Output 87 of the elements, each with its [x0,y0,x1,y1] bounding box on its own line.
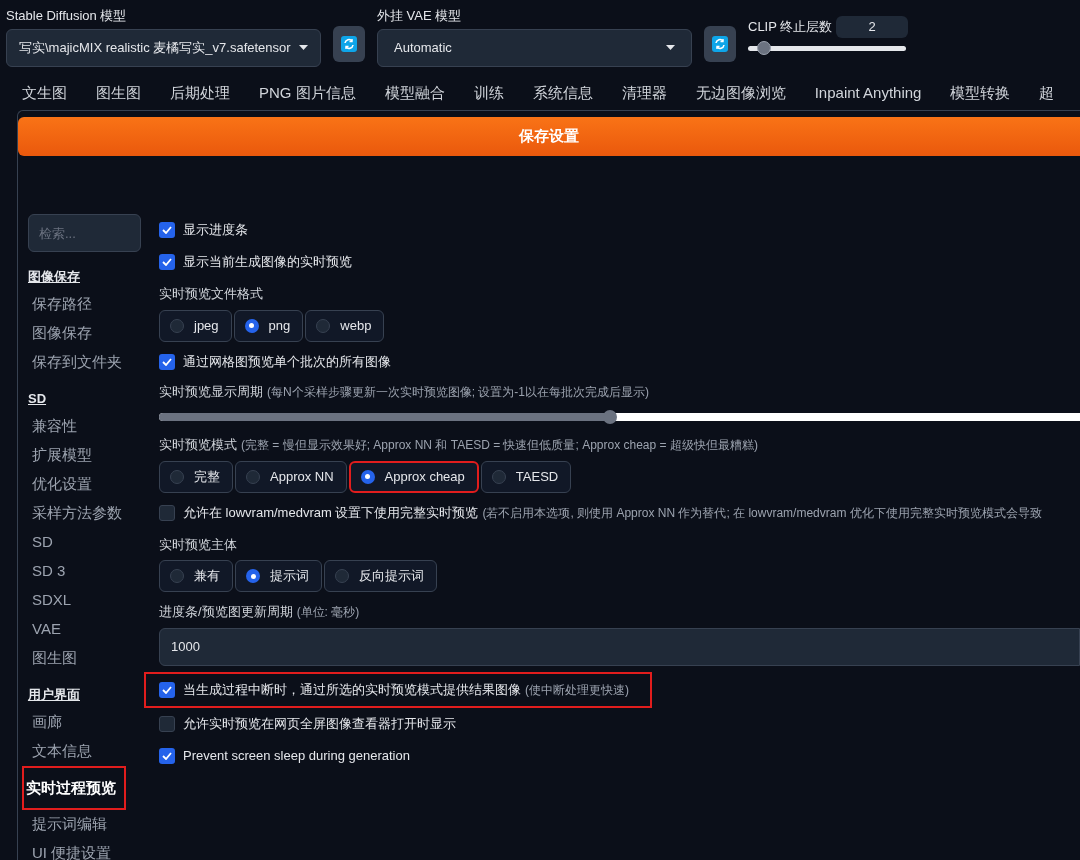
checkbox[interactable] [159,222,175,238]
sidebar-item[interactable]: 实时过程预览 [22,766,126,810]
radio-option[interactable]: 反向提示词 [324,560,437,592]
section-heading: SD [28,390,48,409]
sidebar-item[interactable]: 文本信息 [28,737,92,766]
radio-option[interactable]: Approx cheap [348,460,479,493]
refresh-icon [712,36,728,52]
field-label: 外挂 VAE 模型 [377,7,463,25]
checkbox[interactable] [159,681,175,698]
setting-hint: (使中断处理更快速) [525,681,629,699]
tab[interactable]: 模型转换 [950,81,1011,105]
radio-option[interactable]: png [233,309,304,342]
checkbox-label: Prevent screen sleep during generation [183,746,410,765]
sidebar-item[interactable]: SD [28,528,53,557]
sidebar-item[interactable]: SD 3 [28,557,66,586]
radio-option[interactable]: 兼有 [159,560,233,592]
radio-option[interactable]: jpeg [159,309,232,342]
section-heading: 图像保存 [28,268,81,287]
sidebar-item[interactable]: 扩展模型 [28,441,92,470]
refresh-icon [341,36,357,52]
setting-label: 进度条/预览图更新周期 [159,604,293,619]
setting-label: 实时预览模式 [159,437,237,452]
slider-thumb[interactable] [756,41,771,55]
radio-option[interactable]: 提示词 [235,560,322,592]
sidebar-item[interactable]: 保存到文件夹 [28,348,122,377]
tab[interactable]: 系统信息 [532,81,593,105]
radio-option[interactable]: 完整 [159,460,233,493]
sidebar-item[interactable]: 保存路径 [28,290,92,319]
number-field[interactable]: 2 [836,16,908,38]
tab[interactable]: 清理器 [621,81,667,105]
number-field[interactable]: 1000 [159,627,1080,666]
section-heading: 用户界面 [28,686,81,705]
check-icon [162,357,172,366]
setting-hint: (单位: 毫秒) [296,605,360,619]
sidebar-item[interactable]: 提示词编辑 [28,810,107,839]
sidebar-item[interactable]: 图像保存 [28,319,92,348]
checkbox-label: 显示当前生成图像的实时预览 [183,253,352,272]
sidebar-item[interactable]: 采样方法参数 [28,499,122,528]
tab[interactable]: 文生图 [22,81,67,105]
refresh-button[interactable] [704,26,736,62]
setting-hint: (若不启用本选项, 则使用 Approx NN 作为替代; 在 lowvram/medvram 优化下使用完整实时预览模式会导致 [482,504,1042,522]
tab[interactable]: 超 [1039,81,1055,105]
checkbox[interactable] [159,747,175,764]
caret-icon [666,45,675,50]
check-icon [162,751,172,760]
field-label: CLIP 终止层数 [748,18,833,37]
setting-label: 实时预览显示周期 [159,383,263,399]
checkbox[interactable] [159,254,175,270]
sidebar-item[interactable]: 图生图 [28,644,77,673]
search-field[interactable]: 检索... [28,214,141,252]
checkbox-label: 通过网格图预览单个批次的所有图像 [183,352,391,371]
sidebar-item[interactable]: 优化设置 [28,470,92,499]
tab[interactable]: 无边图像浏览 [695,81,786,105]
model-dropdown[interactable]: 写实\majicMIX realistic 麦橘写实_v7.safetensor [6,28,321,67]
setting-label: 实时预览主体 [159,536,237,552]
vae-dropdown[interactable]: Automatic [377,28,692,67]
tab[interactable]: 图生图 [96,81,141,105]
tab[interactable]: PNG 图片信息 [259,81,356,105]
radio-option[interactable]: webp [305,309,385,342]
slider-thumb[interactable] [603,410,618,424]
checkbox-label: 当生成过程中断时，通过所选的实时预览模式提供结果图像 [183,680,521,699]
radio-option[interactable]: Approx NN [235,460,347,493]
caret-icon [299,45,308,50]
refresh-button[interactable] [333,26,365,62]
setting-hint: (每N个采样步骤更新一次实时预览图像; 设置为-1以在每批次完成后显示) [267,384,649,399]
tab[interactable]: 训练 [473,81,504,105]
checkbox-label: 允许在 lowvram/medvram 设置下使用完整实时预览 [183,503,479,522]
check-icon [162,258,172,266]
checkbox[interactable] [159,715,175,732]
sidebar-item[interactable]: UI 便捷设置 [28,839,112,860]
check-icon [162,685,172,694]
checkbox[interactable] [159,353,175,370]
sidebar-item[interactable]: VAE [28,615,61,644]
setting-hint: (完整 = 慢但显示效果好; Approx NN 和 TAESD = 快速但低质量; Approx cheap = 超级快但最糟糕) [241,438,758,452]
tab[interactable]: Inpaint Anything [814,81,922,105]
checkbox[interactable] [159,504,175,521]
field-label: Stable Diffusion 模型 [6,7,128,25]
sidebar-item[interactable]: 兼容性 [28,412,77,441]
tab[interactable]: 模型融合 [384,81,445,105]
checkbox-label: 允许实时预览在网页全屏图像查看器打开时显示 [183,714,456,733]
radio-option[interactable]: TAESD [480,460,572,493]
setting-label: 实时预览文件格式 [159,286,263,301]
checkbox-label: 显示进度条 [183,221,248,240]
check-icon [162,226,172,234]
tab[interactable]: 后期处理 [170,81,230,105]
sidebar-item[interactable]: SDXL [28,586,72,615]
sidebar-item[interactable]: 画廊 [28,708,62,737]
